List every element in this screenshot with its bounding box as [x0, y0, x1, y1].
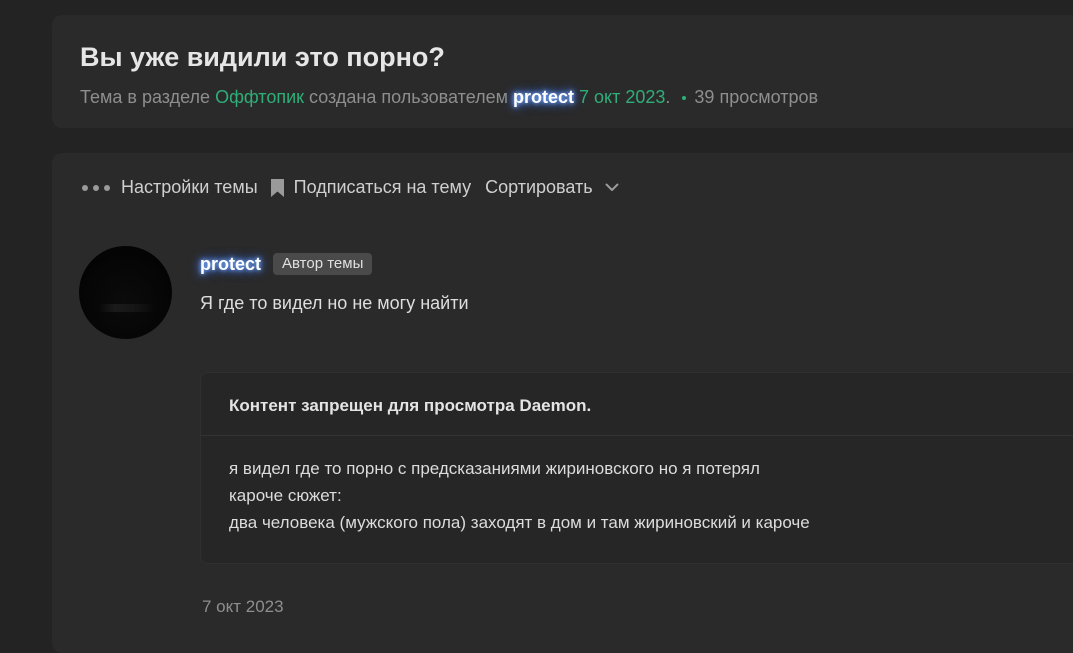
thread-title: Вы уже видили это порно? [80, 42, 445, 72]
post-text: Я где то видел но не могу найти [200, 293, 469, 313]
restricted-line: два человека (мужского пола) заходят в д… [229, 513, 810, 532]
thread-settings-button[interactable]: Настройки темы [82, 177, 258, 198]
chevron-down-icon [605, 183, 619, 192]
restricted-title-suffix: . [586, 396, 592, 415]
avatar[interactable] [79, 246, 172, 339]
restricted-line: кароче сюжет: [229, 486, 342, 505]
bookmark-icon [270, 178, 284, 197]
views-count: 39 просмотров [694, 87, 819, 107]
restricted-content-title: Контент запрещен для просмотра Daemon. [201, 373, 1073, 436]
author-badge: Автор темы [273, 253, 373, 275]
restricted-content-box: Контент запрещен для просмотра Daemon. я… [200, 372, 1073, 564]
restricted-content-body: я видел где то порно с предсказаниями жи… [201, 436, 1073, 536]
subscribe-label: Подписаться на тему [293, 177, 472, 197]
meta-created-by: создана пользователем [309, 87, 508, 107]
thread-toolbar: Настройки темы Подписаться на тему Сорти… [82, 177, 619, 198]
restricted-user: Daemon [519, 396, 587, 415]
thread-settings-label: Настройки темы [121, 177, 258, 197]
meta-separator-dot [682, 96, 687, 100]
post-author-link[interactable]: protect [200, 254, 261, 275]
section-link[interactable]: Оффтопик [215, 87, 304, 108]
thread-author-link[interactable]: protect [513, 87, 574, 108]
restricted-line: я видел где то порно с предсказаниями жи… [229, 459, 760, 478]
thread-meta: Тема в разделе Оффтопик создана пользова… [80, 87, 818, 108]
sort-label: Сортировать [485, 177, 593, 197]
meta-date-suffix: . [665, 87, 671, 107]
post-author-line: protect Автор темы [200, 253, 373, 275]
thread-header: Вы уже видили это порно? Тема в разделе … [52, 15, 1073, 128]
post-date-link[interactable]: 7 окт 2023 [202, 597, 284, 617]
meta-prefix: Тема в разделе [80, 87, 211, 107]
dots-icon [82, 184, 110, 191]
thread-date-link[interactable]: 7 окт 2023 [579, 87, 665, 108]
restricted-title-prefix: Контент запрещен для просмотра [229, 396, 515, 415]
sort-dropdown[interactable]: Сортировать [485, 177, 619, 198]
subscribe-button[interactable]: Подписаться на тему [258, 177, 471, 198]
thread-body: Настройки темы Подписаться на тему Сорти… [52, 153, 1073, 653]
